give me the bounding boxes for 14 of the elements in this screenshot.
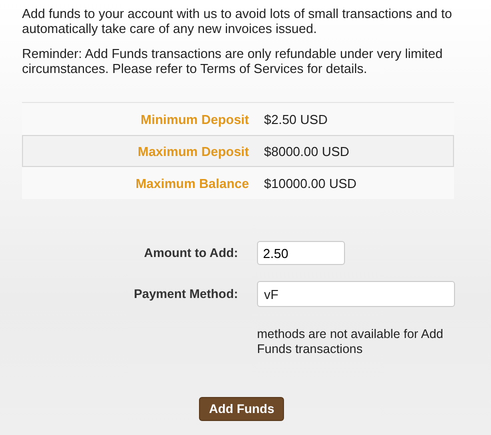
limit-value: $10000.00 USD [263,176,358,190]
payment-note: methods are not available for Add Funds transactions [257,327,444,357]
payment-method-select[interactable]: vF [257,281,455,307]
paragraph: Reminder: Add Funds transactions are only refundable under very limited circumstances. Please refer to Terms of Services for details. [22,46,444,76]
payment-method-label: Payment Method: [132,287,238,301]
limit-label: Maximum Deposit [136,144,249,158]
limit-value: $8000.00 USD [263,144,350,158]
add-funds-button[interactable]: Add Funds [199,397,284,421]
amount-label: Amount to Add: [143,246,238,260]
limit-value: $2.50 USD [263,112,329,126]
amount-input[interactable]: 2.50 [257,241,345,265]
limit-label: Minimum Deposit [140,112,249,126]
paragraph: Add funds to your account with us to avoid lots of small transactions and to automatically take care of any new invoices issued. [22,6,453,36]
limit-label: Maximum Balance [134,176,249,190]
